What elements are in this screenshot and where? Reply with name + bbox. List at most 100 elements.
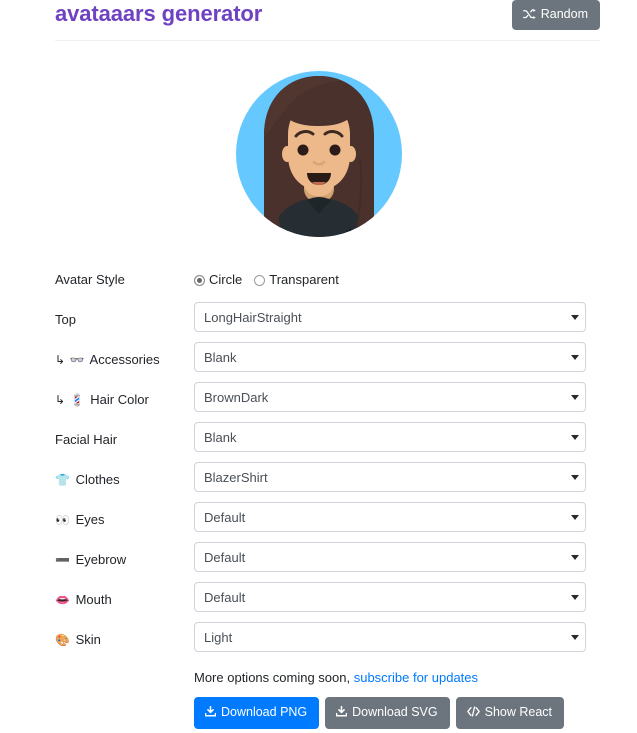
form-row-mouth: 👄 Mouth Default: [0, 582, 637, 622]
label-eyes: 👀 Eyes: [55, 511, 104, 529]
chevron-down-icon: [571, 395, 579, 400]
control-accessories: Blank: [194, 342, 586, 372]
form-row-eyes: 👀 Eyes Default: [0, 502, 637, 542]
label-eyebrow: ➖ Eyebrow: [55, 551, 126, 569]
select-skin[interactable]: Light: [194, 622, 586, 652]
form-row-top: Top LongHairStraight: [0, 302, 637, 342]
label-hair-color-text: Hair Color: [90, 392, 149, 407]
avatar-style-radio-group: Circle Transparent: [194, 271, 347, 288]
select-mouth-value: Default: [204, 590, 246, 605]
form-row-clothes: 👕 Clothes BlazerShirt: [0, 462, 637, 502]
avatar-eye-right: [329, 144, 340, 156]
tshirt-icon: 👕: [55, 473, 70, 487]
label-mouth-text: Mouth: [75, 592, 112, 607]
select-mouth[interactable]: Default: [194, 582, 586, 612]
label-mouth: 👄 Mouth: [55, 591, 112, 609]
select-top-value: LongHairStraight: [204, 310, 302, 325]
control-clothes: BlazerShirt: [194, 462, 586, 492]
select-clothes[interactable]: BlazerShirt: [194, 462, 586, 492]
control-skin: Light: [194, 622, 586, 652]
chevron-down-icon: [571, 475, 579, 480]
label-facial-hair-text: Facial Hair: [55, 432, 118, 447]
chevron-down-icon: [571, 555, 579, 560]
avatar-eye-left: [297, 144, 308, 156]
select-hair-color-value: BrownDark: [204, 390, 269, 405]
label-skin-text: Skin: [75, 632, 101, 647]
label-skin: 🎨 Skin: [55, 631, 101, 649]
control-top: LongHairStraight: [194, 302, 586, 332]
download-icon: [204, 705, 217, 719]
shuffle-icon: [522, 8, 536, 20]
chevron-down-icon: [571, 515, 579, 520]
label-top-text: Top: [55, 312, 76, 327]
label-clothes-text: Clothes: [75, 472, 120, 487]
select-skin-value: Light: [204, 630, 233, 645]
download-icon: [335, 705, 348, 719]
select-eyebrow[interactable]: Default: [194, 542, 586, 572]
chevron-down-icon: [571, 315, 579, 320]
random-button-label: Random: [540, 7, 588, 21]
label-eyes-text: Eyes: [75, 512, 105, 527]
footer-button-row: Download PNG Download SVG Show React: [194, 697, 565, 729]
chevron-down-icon: [571, 595, 579, 600]
control-hair-color: BrownDark: [194, 382, 586, 412]
select-facial-hair[interactable]: Blank: [194, 422, 586, 452]
control-facial-hair: Blank: [194, 422, 586, 452]
form-row-accessories: ↳ 👓 Accessories Blank: [0, 342, 637, 382]
glasses-icon: 👓: [69, 353, 85, 367]
chevron-down-icon: [571, 635, 579, 640]
lips-icon: 👄: [55, 593, 70, 607]
palette-icon: 🎨: [55, 633, 70, 647]
form-row-skin: 🎨 Skin Light: [0, 622, 637, 662]
select-hair-color[interactable]: BrownDark: [194, 382, 586, 412]
subscribe-link[interactable]: subscribe for updates: [354, 670, 478, 685]
select-eyes[interactable]: Default: [194, 502, 586, 532]
random-button[interactable]: Random: [511, 0, 600, 30]
form-row-avatar-style: Avatar Style Circle Transparent: [0, 262, 637, 302]
header-divider: [55, 40, 600, 41]
control-eyebrow: Default: [194, 542, 586, 572]
page-header: avataaars generator Random: [0, 0, 637, 44]
select-accessories[interactable]: Blank: [194, 342, 586, 372]
chevron-down-icon: [571, 355, 579, 360]
show-react-button[interactable]: Show React: [455, 697, 565, 729]
select-eyebrow-value: Default: [204, 550, 246, 565]
radio-circle[interactable]: [194, 275, 205, 286]
label-top: Top: [55, 311, 76, 328]
select-accessories-value: Blank: [204, 350, 237, 365]
label-facial-hair: Facial Hair: [55, 431, 117, 448]
form-row-eyebrow: ➖ Eyebrow Default: [0, 542, 637, 582]
radio-transparent[interactable]: [254, 275, 266, 286]
sub-item-arrow-icon: ↳: [55, 353, 66, 367]
select-top[interactable]: LongHairStraight: [194, 302, 586, 332]
select-facial-hair-value: Blank: [204, 430, 237, 445]
eyes-icon: 👀: [55, 513, 70, 527]
download-svg-button[interactable]: Download SVG: [325, 697, 450, 729]
label-clothes: 👕 Clothes: [55, 471, 120, 489]
select-clothes-value: BlazerShirt: [204, 470, 268, 485]
label-eyebrow-text: Eyebrow: [75, 552, 127, 567]
label-hair-color: ↳ 💈 Hair Color: [55, 391, 149, 409]
barber-pole-icon: 💈: [69, 393, 85, 407]
control-eyes: Default: [194, 502, 586, 532]
footer-note: More options coming soon, subscribe for …: [194, 669, 478, 686]
download-png-button[interactable]: Download PNG: [194, 697, 320, 729]
select-eyes-value: Default: [204, 510, 246, 525]
avatar-preview: [0, 58, 637, 250]
form-row-facial-hair: Facial Hair Blank: [0, 422, 637, 462]
radio-circle-label[interactable]: Circle: [209, 271, 242, 288]
download-svg-label: Download SVG: [352, 705, 438, 720]
code-icon: [466, 706, 480, 719]
radio-transparent-label[interactable]: Transparent: [269, 271, 339, 288]
download-png-label: Download PNG: [221, 705, 308, 720]
control-mouth: Default: [194, 582, 586, 612]
heavy-minus-icon: ➖: [55, 553, 70, 567]
page-title: avataaars generator: [55, 1, 263, 26]
avatar-style-label: Avatar Style: [55, 272, 125, 287]
avatar-image: [235, 71, 402, 237]
label-accessories: ↳ 👓 Accessories: [55, 351, 160, 369]
chevron-down-icon: [571, 435, 579, 440]
label-accessories-text: Accessories: [89, 352, 160, 367]
show-react-label: Show React: [484, 705, 553, 720]
form-row-hair-color: ↳ 💈 Hair Color BrownDark: [0, 382, 637, 422]
